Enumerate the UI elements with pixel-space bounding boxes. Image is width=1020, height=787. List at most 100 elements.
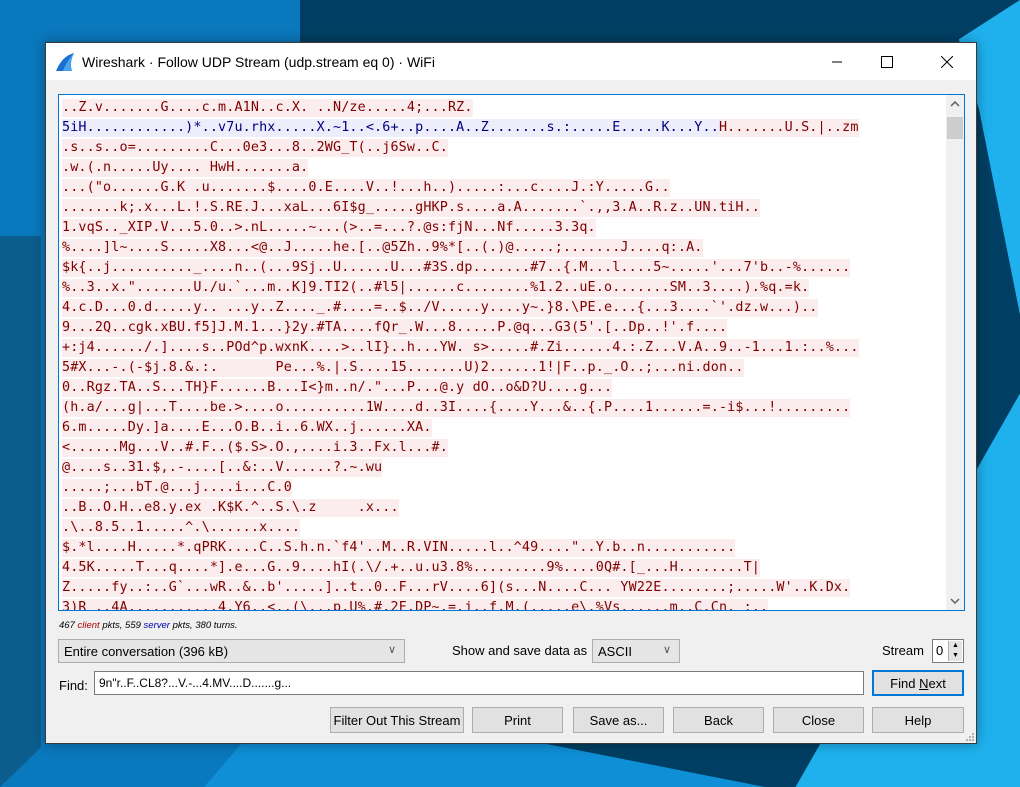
stats-tail: pkts, 380 turns. — [169, 620, 238, 631]
stream-line: ...("o......G.K .u.......$....0.E....V..… — [62, 178, 944, 198]
wireshark-fin-icon — [56, 52, 74, 71]
stream-line: .......k;.x...L.!.S.RE.J...xaL...6I$g_..… — [62, 198, 944, 218]
find-next-label: Find — [890, 675, 916, 691]
client-data-segment: 4.c.D...0.d.....y.. ...y..Z...._.#....=.… — [62, 299, 818, 317]
stream-line: .....;...bT.@...j....i...C.0 — [62, 478, 944, 498]
find-next-button[interactable]: Find Next — [872, 670, 964, 696]
client-data-segment: .s..s..o=.........C...0e3...8..2WG_T(..j… — [62, 139, 448, 157]
client-data-segment: Z.....fy..:..G`...wR..&..b'.....]..t..0.… — [62, 579, 851, 597]
filter-out-stream-button[interactable]: Filter Out This Stream — [330, 707, 464, 733]
close-icon — [941, 55, 953, 68]
stream-line: 4.5K.....T...q....*].e...G..9....hI(.\/.… — [62, 558, 944, 578]
back-button[interactable]: Back — [673, 707, 764, 733]
conversation-range-select[interactable]: Entire conversation (396 kB) ∨ — [58, 639, 405, 663]
client-label: client — [77, 620, 100, 631]
stream-line: .s..s..o=.........C...0e3...8..2WG_T(..j… — [62, 138, 944, 158]
resize-grip-icon[interactable] — [964, 731, 974, 741]
stream-line: 4.c.D...0.d.....y.. ...y..Z...._.#....=.… — [62, 298, 944, 318]
spin-down-icon[interactable]: ▼ — [949, 651, 962, 661]
server-data-segment: 5iH............)*..v7u.rhx.....X.~1..<.6… — [62, 119, 719, 137]
packet-stats: 467 client pkts, 559 server pkts, 380 tu… — [59, 620, 238, 631]
maximize-button[interactable] — [864, 43, 910, 80]
client-data-segment: 1.vqS.._XIP.V...5.0..>.nL.....~...(>..=.… — [62, 219, 596, 237]
stream-line: $k{..j.........._....n..(...9Sj..U......… — [62, 258, 944, 278]
client-data-segment: %..3..x.".......U./u.`...m..K]9.TI2(..#l… — [62, 279, 810, 297]
chevron-down-icon — [950, 598, 960, 604]
stream-line: %....]l~....S.....X8...<@..J.....he.[..@… — [62, 238, 944, 258]
close-window-button[interactable] — [924, 43, 970, 80]
client-data-segment: 4.5K.....T...q....*].e...G..9....hI(.\/.… — [62, 559, 761, 577]
title-bar[interactable]: Wireshark · Follow UDP Stream (udp.strea… — [46, 43, 976, 80]
client-data-segment: H.......U.S.|..zm — [718, 119, 859, 137]
maximize-icon — [881, 55, 893, 68]
print-button[interactable]: Print — [472, 707, 563, 733]
scrollbar-thumb[interactable] — [947, 117, 963, 139]
data-format-select[interactable]: ASCII ∨ — [592, 639, 680, 663]
chevron-down-icon: ∨ — [662, 644, 671, 656]
minimize-icon — [832, 61, 842, 62]
find-input[interactable] — [94, 671, 864, 695]
client-data-segment: +:j4....../.]....s..POd^p.wxnK....>..lI}… — [62, 339, 859, 357]
stream-line: ..B..O.H..e8.y.ex .K$K.^..S.\.z .x... — [62, 498, 944, 518]
client-data-segment: 3)R ..4A...........4.Y6..<..(\...p.U%.#.… — [62, 599, 769, 610]
stream-line: .w.(.n.....Uy.... HwH.......a. — [62, 158, 944, 178]
stream-line: 6.m.....Dy.]a....E...O.B..i..6.WX..j....… — [62, 418, 944, 438]
stream-line: (h.a/...g|...T....be.>....o..........1W.… — [62, 398, 944, 418]
stream-line: +:j4....../.]....s..POd^p.wxnK....>..lI}… — [62, 338, 944, 358]
stream-line: Z.....fy..:..G`...wR..&..b'.....]..t..0.… — [62, 578, 944, 598]
client-data-segment: $.*l....H.....*.qPRK....C..S.h.n.`f4'..M… — [62, 539, 736, 557]
data-format-value: ASCII — [598, 643, 632, 659]
stream-line: $.*l....H.....*.qPRK....C..S.h.n.`f4'..M… — [62, 538, 944, 558]
minimize-button[interactable] — [814, 43, 860, 80]
client-data-segment: ...("o......G.K .u.......$....0.E....V..… — [62, 179, 670, 197]
stream-label: Stream — [882, 643, 924, 658]
stream-line: %..3..x.".......U./u.`...m..K]9.TI2(..#l… — [62, 278, 944, 298]
data-format-label: Show and save data as — [452, 643, 588, 658]
help-button[interactable]: Help — [872, 707, 964, 733]
chevron-up-icon — [950, 101, 960, 107]
save-as-button[interactable]: Save as... — [573, 707, 664, 733]
follow-udp-stream-dialog: Wireshark · Follow UDP Stream (udp.strea… — [45, 42, 977, 744]
vertical-scrollbar[interactable] — [946, 95, 964, 610]
spin-up-icon[interactable]: ▲ — [949, 641, 962, 651]
client-data-segment: 6.m.....Dy.]a....E...O.B..i..6.WX..j....… — [62, 419, 432, 437]
scroll-down-button[interactable] — [946, 592, 964, 610]
conversation-range-value: Entire conversation (396 kB) — [64, 643, 229, 659]
stream-line: ..Z.v.......G....c.m.A1N..c.X. ..N/ze...… — [62, 98, 944, 118]
stream-line: <......Mg...V..#.F..($.S>.O.,....i.3..Fx… — [62, 438, 944, 458]
scroll-up-button[interactable] — [946, 95, 964, 113]
stream-line: .\..8.5..1.....^.\......x.... — [62, 518, 944, 538]
client-data-segment: .....;...bT.@...j....i...C.0 — [62, 479, 292, 497]
stream-line: 5#X...-.(-$j.8.&.:. Pe...%.|.S....15....… — [62, 358, 944, 378]
client-data-segment: ..Z.v.......G....c.m.A1N..c.X. ..N/ze...… — [62, 99, 473, 117]
stats-separator: pkts, — [99, 620, 126, 631]
client-data-segment: 5#X...-.(-$j.8.&.:. Pe...%.|.S....15....… — [62, 359, 744, 377]
chevron-down-icon: ∨ — [387, 644, 396, 656]
find-next-mnemonic: N — [919, 675, 929, 691]
stream-line: 5iH............)*..v7u.rhx.....X.~1..<.6… — [62, 118, 944, 138]
stream-number-value: 0 — [936, 643, 944, 658]
stream-line: 3)R ..4A...........4.Y6..<..(\...p.U%.#.… — [62, 598, 944, 610]
client-data-segment: .......k;.x...L.!.S.RE.J...xaL...6I$g_..… — [62, 199, 761, 217]
stream-line: 9...2Q..cgk.xBU.f5]J.M.1...}2y.#TA....fQ… — [62, 318, 944, 338]
client-data-segment: ..B..O.H..e8.y.ex .K$K.^..S.\.z .x... — [62, 499, 399, 517]
stream-content-pane[interactable]: ..Z.v.......G....c.m.A1N..c.X. ..N/ze...… — [58, 94, 965, 611]
client-data-segment: %....]l~....S.....X8...<@..J.....he.[..@… — [62, 239, 703, 257]
stream-line: 0..Rgz.TA..S...TH}F......B...I<}m..n/.".… — [62, 378, 944, 398]
client-data-segment: @....s..31.$,.-....[..&:..V......?.~.wu — [62, 459, 383, 477]
client-packet-count: 467 — [59, 620, 75, 631]
client-data-segment: <......Mg...V..#.F..($.S>.O.,....i.3..Fx… — [62, 439, 448, 457]
window-title: Wireshark · Follow UDP Stream (udp.strea… — [82, 53, 435, 70]
close-button[interactable]: Close — [773, 707, 864, 733]
stream-number-spinbox[interactable]: 0 ▲ ▼ — [932, 639, 964, 663]
client-data-segment: .w.(.n.....Uy.... HwH.......a. — [62, 159, 309, 177]
client-data-segment: $k{..j.........._....n..(...9Sj..U......… — [62, 259, 851, 277]
find-next-label-rest: ext — [928, 675, 946, 691]
stream-line: 1.vqS.._XIP.V...5.0..>.nL.....~...(>..=.… — [62, 218, 944, 238]
find-label: Find: — [59, 678, 88, 693]
client-data-segment: .\..8.5..1.....^.\......x.... — [62, 519, 301, 537]
stream-lines: ..Z.v.......G....c.m.A1N..c.X. ..N/ze...… — [62, 98, 944, 610]
server-packet-count: 559 — [125, 620, 141, 631]
stream-line: @....s..31.$,.-....[..&:..V......?.~.wu — [62, 458, 944, 478]
client-data-segment: (h.a/...g|...T....be.>....o..........1W.… — [62, 399, 851, 417]
